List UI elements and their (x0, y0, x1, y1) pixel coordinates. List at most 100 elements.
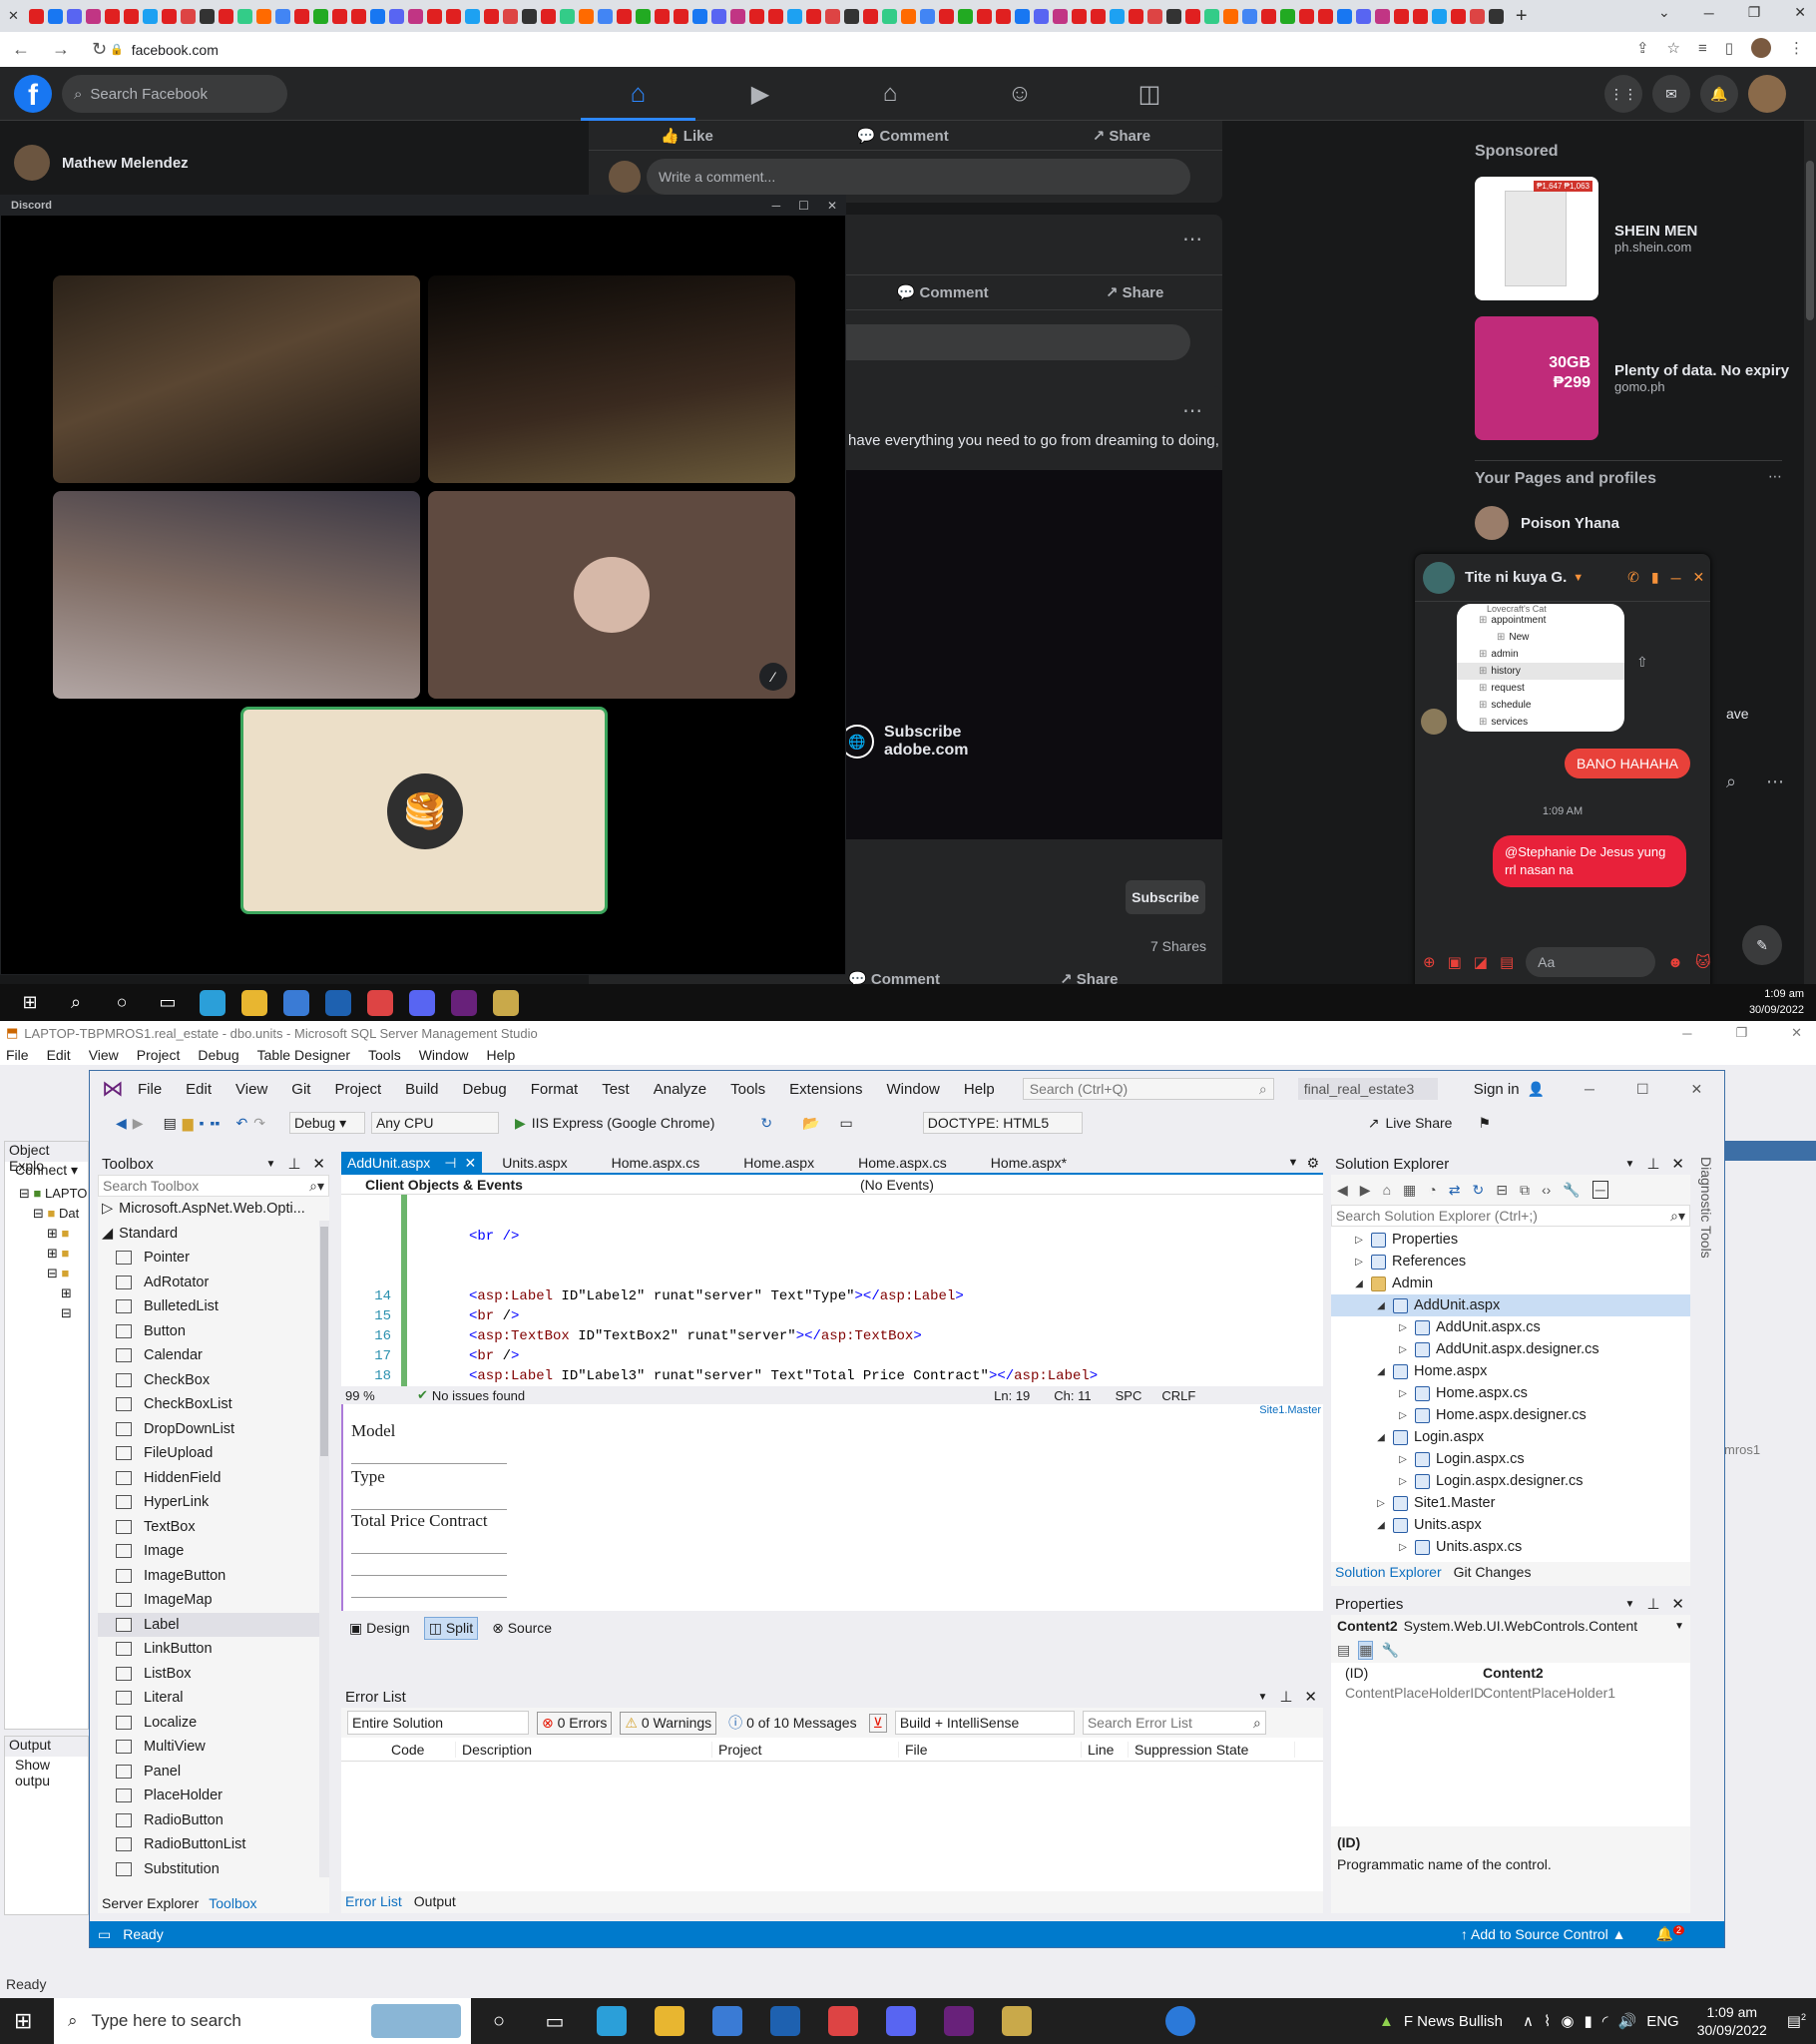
tray-chevron-icon[interactable]: ∧ (1523, 2012, 1534, 2030)
messenger-icon[interactable]: ✉ (1652, 75, 1690, 113)
clock-time[interactable]: 1:09 am (1749, 986, 1804, 1002)
browser-tab[interactable] (673, 8, 688, 24)
maximize-icon[interactable]: ❐ (1748, 4, 1761, 21)
property-row[interactable]: (ID) Content2 (1331, 1663, 1690, 1683)
pin-icon[interactable]: ⊥ (287, 1155, 300, 1173)
expand-icon[interactable]: ▷ (1397, 1322, 1409, 1333)
browser-tab[interactable] (1222, 8, 1238, 24)
error-list-tab[interactable]: Error List (345, 1893, 402, 1909)
menu-icon[interactable]: ⋮ (1789, 39, 1804, 57)
image-icon[interactable]: ▣ (1448, 953, 1462, 971)
minimize-icon[interactable]: ─ (1682, 1026, 1691, 1041)
toolbox-item[interactable]: Label (98, 1612, 329, 1637)
source-view-tab[interactable]: ⊗ Source (492, 1620, 552, 1637)
minimize-icon[interactable]: ─ (772, 199, 781, 213)
git-changes-tab[interactable]: Git Changes (1454, 1564, 1532, 1580)
forward-nav-icon[interactable]: ▶ (133, 1115, 144, 1132)
close-icon[interactable]: ✕ (1304, 1688, 1317, 1706)
toolbox-item[interactable]: Panel (98, 1760, 329, 1785)
show-all-files-icon[interactable]: ⧉ (1520, 1182, 1530, 1199)
code-line[interactable]: 15 <br /> (341, 1306, 1279, 1326)
browser-tab[interactable] (28, 8, 44, 24)
gif-icon[interactable]: ▤ (1500, 953, 1514, 971)
connect-button[interactable]: Connect ▾ (5, 1162, 88, 1184)
browser-tab[interactable] (1450, 8, 1466, 24)
nav-events-dropdown[interactable]: (No Events) (820, 1177, 934, 1193)
reaction-icon[interactable]: 🐱 (1695, 953, 1711, 971)
ad-item-shein[interactable]: ₱1,647 ₱1,063 SHEIN MEN ph.shein.com (1475, 177, 1774, 301)
ssms-menu-tools[interactable]: Tools (368, 1047, 401, 1063)
search-icon[interactable]: ⌕ (54, 992, 98, 1013)
new-message-button[interactable]: ✎ (1742, 925, 1782, 965)
open-icon[interactable]: ▆ (183, 1115, 194, 1132)
se-search-input[interactable]: Search Solution Explorer (Ctrl+;) ⌕▾ (1331, 1205, 1690, 1227)
nav-groups-icon[interactable]: ☺ (955, 80, 1085, 108)
close-icon[interactable]: ✕ (827, 199, 837, 213)
browser-tab[interactable] (85, 8, 101, 24)
show-output-label[interactable]: Show outpu (5, 1757, 88, 1788)
maximize-icon[interactable]: ☐ (1636, 1081, 1649, 1098)
notifications-icon[interactable]: 🔔 (1700, 75, 1738, 113)
browser-tab[interactable] (995, 8, 1011, 24)
vs-menu-view[interactable]: View (235, 1081, 267, 1098)
comment-button-2[interactable]: 💬 Comment (897, 283, 989, 301)
close-tab-icon[interactable]: ✕ (464, 1155, 476, 1171)
minimize-chat-icon[interactable]: ─ (1671, 570, 1681, 586)
property-pages-icon[interactable]: 🔧 (1381, 1642, 1398, 1659)
collapse-all-icon[interactable]: ⊟ (1496, 1182, 1508, 1199)
vs-menu-edit[interactable]: Edit (186, 1081, 212, 1098)
toolbox-item[interactable]: CheckBox (98, 1368, 329, 1393)
maximize-icon[interactable]: ❐ (1735, 1025, 1747, 1041)
solution-tree-item[interactable]: ◢ Admin (1331, 1273, 1690, 1294)
browser-tab[interactable] (312, 8, 328, 24)
browser-tab[interactable] (976, 8, 992, 24)
browser-tab[interactable] (691, 8, 707, 24)
mail-icon[interactable] (325, 989, 351, 1016)
toolbox-item[interactable]: PlaceHolder (98, 1784, 329, 1808)
minimize-icon[interactable]: ─ (1585, 1081, 1594, 1097)
code-editor[interactable]: <br /> 14 <asp:Label ID"Label2" runat"ser… (341, 1195, 1323, 1386)
vs-menu-file[interactable]: File (138, 1081, 162, 1098)
live-share-button[interactable]: Live Share (1386, 1115, 1453, 1131)
solution-tree-item[interactable]: ▷ References (1331, 1251, 1690, 1273)
share-icon[interactable]: ⇪ (1636, 39, 1649, 57)
vs-search-box[interactable]: Search (Ctrl+Q) ⌕ (1022, 1078, 1274, 1100)
document-tab[interactable]: Home.aspx.cs (852, 1152, 953, 1174)
browser-tab[interactable] (274, 8, 290, 24)
browser-tab[interactable] (104, 8, 120, 24)
expand-icon[interactable]: ◢ (1375, 1432, 1387, 1443)
browse-icon[interactable]: 📂 (802, 1115, 819, 1132)
categorized-icon[interactable]: ▤ (1337, 1642, 1350, 1659)
browser-tab[interactable] (1260, 8, 1276, 24)
browser-tab[interactable] (1109, 8, 1125, 24)
solution-tree-item[interactable]: ▷ Login.aspx.designer.cs (1331, 1470, 1690, 1492)
back-icon[interactable]: ◀ (1337, 1182, 1348, 1199)
ssms-menu-help[interactable]: Help (487, 1047, 516, 1063)
search-errors-input[interactable]: Search Error List ⌕ (1082, 1711, 1266, 1735)
vs-menu-debug[interactable]: Debug (463, 1081, 507, 1098)
split-view-tab[interactable]: ◫ Split (423, 1616, 479, 1640)
browser-tab[interactable] (1203, 8, 1219, 24)
tab-close-icon[interactable]: ✕ (8, 8, 19, 24)
video-tile-5[interactable]: 🥞 (240, 707, 608, 914)
issues-status[interactable]: No issues found (432, 1388, 525, 1403)
error-column-header[interactable]: Suppression State (1129, 1741, 1295, 1758)
errors-filter[interactable]: ⊗ 0 Errors (537, 1711, 613, 1735)
browser-tab[interactable] (597, 8, 613, 24)
facebook-logo-icon[interactable]: f (14, 75, 52, 113)
browser-tab[interactable] (881, 8, 897, 24)
video-tile-3[interactable] (53, 491, 420, 699)
browser-tab[interactable] (919, 8, 935, 24)
browser-tab[interactable] (900, 8, 916, 24)
filter-icon[interactable]: ⊻ (868, 1713, 887, 1733)
expand-icon[interactable]: ▷ (1397, 1454, 1409, 1465)
run-icon[interactable]: ▶ (515, 1115, 526, 1132)
toolbox-item[interactable]: Button (98, 1319, 329, 1344)
close-chat-icon[interactable]: ✕ (1693, 569, 1705, 586)
doctype-select[interactable]: DOCTYPE: HTML5 (922, 1112, 1083, 1134)
browser-tab[interactable] (1279, 8, 1295, 24)
browser-tab[interactable] (407, 8, 423, 24)
plus-icon[interactable]: ⊕ (1423, 953, 1436, 971)
browser-tab[interactable] (445, 8, 461, 24)
sync-icon[interactable]: ⇄ (1449, 1182, 1461, 1199)
